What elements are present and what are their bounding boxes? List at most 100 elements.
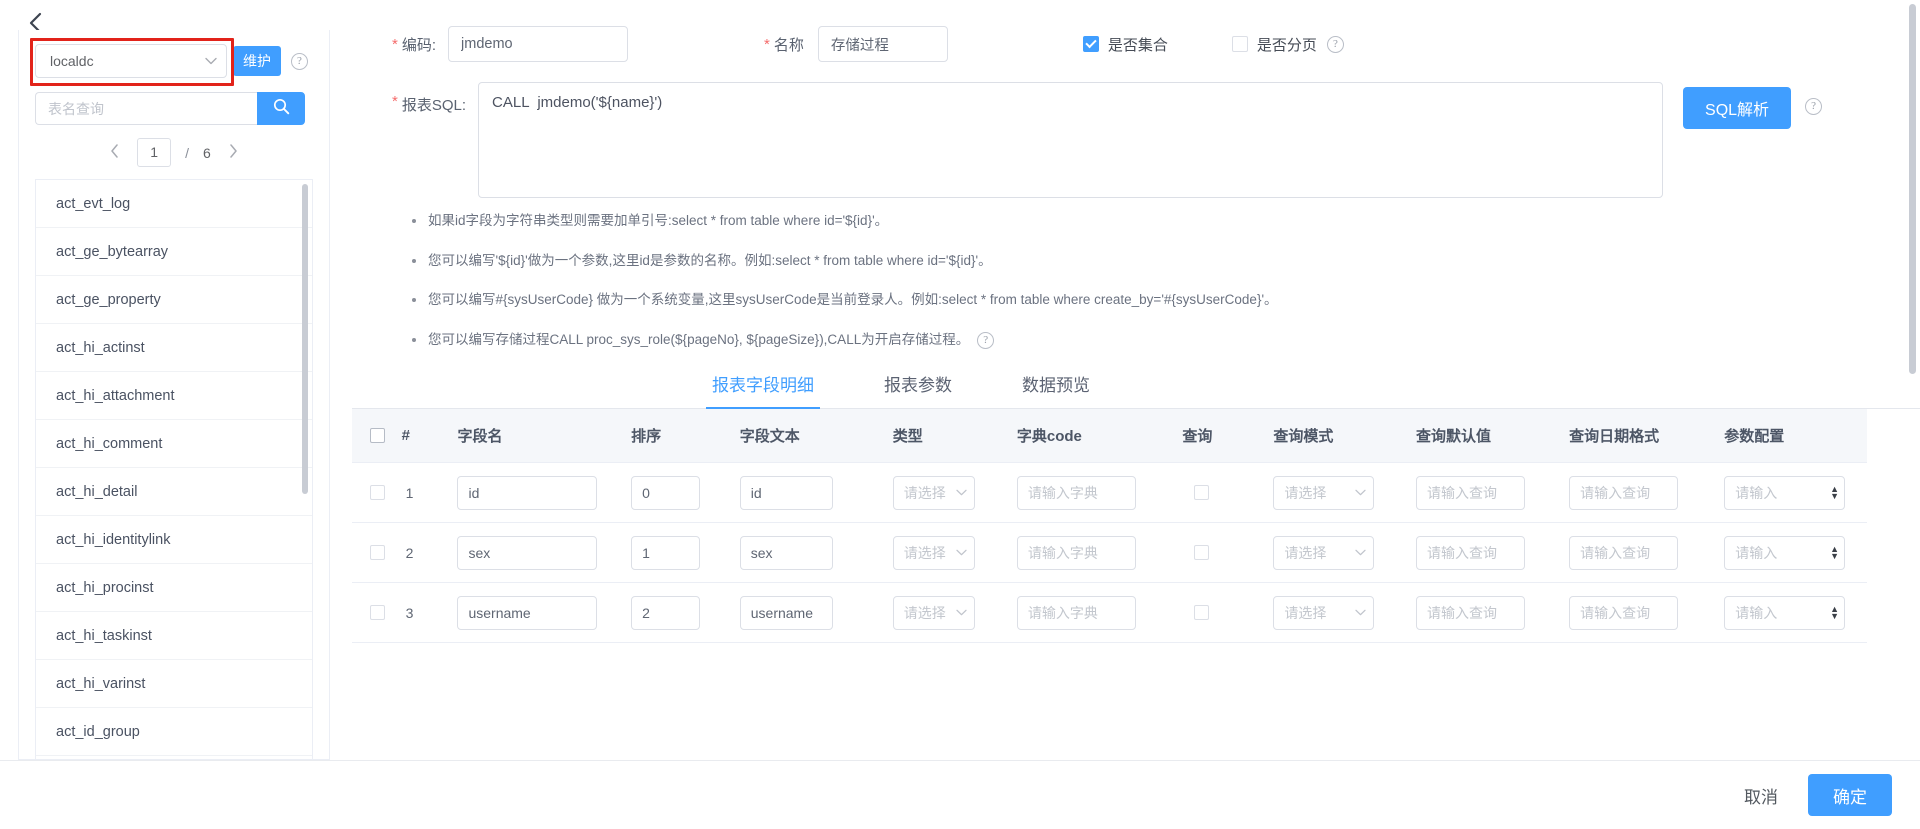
sort-input[interactable] (631, 595, 700, 630)
param-config-placeholder: 请输入 (1735, 544, 1778, 561)
query-checkbox[interactable] (1194, 485, 1210, 501)
cancel-button[interactable]: 取消 (1734, 777, 1788, 814)
query-default-input[interactable] (1416, 475, 1526, 510)
pager-current-input[interactable]: 1 (137, 138, 172, 167)
sort-input[interactable] (631, 535, 700, 570)
field-text-input[interactable] (739, 535, 833, 570)
param-config-placeholder: 请输入 (1735, 484, 1778, 501)
query-checkbox[interactable] (1194, 545, 1210, 561)
row-index: 2 (401, 522, 458, 584)
main-scrollbar[interactable] (1909, 4, 1916, 374)
table-list-item[interactable]: act_ge_property (36, 276, 312, 324)
sort-input[interactable] (631, 475, 700, 510)
question-circle-icon[interactable]: ? (977, 331, 995, 349)
dict-code-input[interactable] (1016, 475, 1137, 510)
type-select[interactable]: 请选择 (892, 535, 975, 570)
required-mark: * (392, 35, 398, 53)
param-config-placeholder: 请输入 (1735, 604, 1778, 621)
code-label: * 编码: (392, 34, 436, 55)
table-list-item[interactable]: act_id_group (36, 708, 312, 756)
table-list-item[interactable]: act_evt_log (36, 180, 312, 228)
table-name-list: act_evt_log act_ge_bytearray act_ge_proper… (35, 179, 313, 759)
type-select[interactable]: 请选择 (892, 475, 975, 510)
dict-code-input[interactable] (1016, 595, 1137, 630)
query-date-format-input[interactable] (1569, 535, 1679, 570)
col-query: 查询 (1182, 408, 1274, 464)
table-browser-panel: localdc 维护 ? 表名查询 1 / 6 act_evt_log act_… (18, 30, 330, 760)
table-search-row (35, 92, 313, 125)
row-checkbox[interactable] (370, 605, 385, 621)
query-mode-select[interactable]: 请选择 (1273, 475, 1375, 510)
pager-separator: / (185, 144, 190, 161)
question-circle-icon[interactable]: ? (1805, 98, 1823, 115)
field-name-input[interactable] (457, 595, 598, 630)
table-list-item[interactable]: act_hi_comment (36, 420, 312, 468)
query-date-format-input[interactable] (1569, 595, 1679, 630)
table-list-item[interactable]: act_hi_varinst (36, 660, 312, 708)
type-select-value: 请选择 (903, 604, 946, 621)
maintain-button[interactable]: 维护 (233, 46, 281, 76)
is-paging-checkbox[interactable] (1231, 36, 1248, 52)
dict-code-input[interactable] (1016, 535, 1137, 570)
col-type: 类型 (892, 408, 1017, 464)
row-checkbox[interactable] (370, 545, 385, 561)
is-collection-group: 是否集合 (1082, 34, 1168, 55)
param-config-stepper[interactable]: 请输入 ▲ ▼ (1724, 595, 1845, 630)
is-collection-checkbox[interactable] (1082, 36, 1099, 52)
sql-textarea[interactable] (478, 82, 1664, 198)
type-select[interactable]: 请选择 (892, 595, 975, 630)
row-checkbox[interactable] (370, 485, 385, 501)
search-button[interactable] (257, 92, 305, 125)
tab-item[interactable]: 报表参数 (882, 371, 954, 408)
pager-next-button[interactable] (225, 142, 242, 164)
is-paging-label: 是否分页 (1256, 36, 1317, 54)
up-down-spinner-icon[interactable]: ▲ ▼ (1830, 484, 1839, 500)
query-mode-select[interactable]: 请选择 (1273, 595, 1375, 630)
sql-parse-button[interactable]: SQL解析 (1683, 87, 1792, 129)
param-config-stepper[interactable]: 请输入 ▲ ▼ (1724, 535, 1845, 570)
field-text-input[interactable] (739, 475, 833, 510)
col-dict-code: 字典code (1016, 408, 1183, 464)
sql-hint-item: 您可以编写存储过程CALL proc_sys_role(${pageNo}, $… (412, 331, 1920, 349)
chevron-down-icon (1355, 607, 1366, 619)
query-date-format-input[interactable] (1569, 475, 1679, 510)
question-circle-icon[interactable]: ? (291, 52, 308, 70)
table-list-item[interactable]: act_hi_taskinst (36, 612, 312, 660)
up-down-spinner-icon[interactable]: ▲ ▼ (1830, 604, 1839, 620)
up-down-spinner-icon[interactable]: ▲ ▼ (1830, 544, 1839, 560)
question-circle-icon[interactable]: ? (1326, 35, 1344, 53)
query-checkbox[interactable] (1194, 605, 1210, 621)
query-mode-select[interactable]: 请选择 (1273, 535, 1375, 570)
datasource-select[interactable]: localdc (30, 38, 234, 86)
query-default-input[interactable] (1416, 535, 1526, 570)
field-name-input[interactable] (457, 475, 598, 510)
tab-item[interactable]: 数据预览 (1020, 371, 1092, 408)
table-list-item[interactable]: act_hi_procinst (36, 564, 312, 612)
confirm-button[interactable]: 确定 (1808, 774, 1892, 816)
table-list-item[interactable]: act_hi_detail (36, 468, 312, 516)
table-list-scrollbar[interactable] (302, 184, 308, 494)
sql-hint-item: 如果id字段为字符串类型则需要加单引号:select * from table … (412, 212, 1920, 230)
sql-hint-item: 您可以编写'${id}'做为一个参数,这里id是参数的名称。例如:select … (412, 252, 1920, 270)
field-table: # 字段名 排序 字段文本 类型 字典code 查询 查询模式 查询默认值 查询… (352, 408, 1867, 647)
query-mode-value: 请选择 (1284, 484, 1327, 501)
param-config-stepper[interactable]: 请输入 ▲ ▼ (1724, 475, 1845, 510)
code-input[interactable] (448, 26, 629, 62)
pager-prev-button[interactable] (106, 142, 123, 164)
table-list-item[interactable]: act_hi_identitylink (36, 516, 312, 564)
select-all-checkbox[interactable] (370, 427, 385, 443)
datasource-select-value: localdc (50, 53, 94, 69)
col-sort: 排序 (631, 408, 740, 464)
table-list-item[interactable]: act_hi_actinst (36, 324, 312, 372)
row-index: 1 (401, 462, 458, 524)
is-paging-group: 是否分页 ? (1231, 34, 1344, 55)
tab-field-detail[interactable]: 报表字段明细 (706, 371, 820, 409)
field-name-input[interactable] (457, 535, 598, 570)
table-list-item[interactable]: act_ge_bytearray (36, 228, 312, 276)
query-default-input[interactable] (1416, 595, 1526, 630)
name-input[interactable] (817, 26, 948, 62)
field-text-input[interactable] (739, 595, 833, 630)
table-list-item[interactable]: act_hi_attachment (36, 372, 312, 420)
search-input[interactable] (35, 92, 257, 125)
chevron-down-icon (956, 487, 967, 499)
